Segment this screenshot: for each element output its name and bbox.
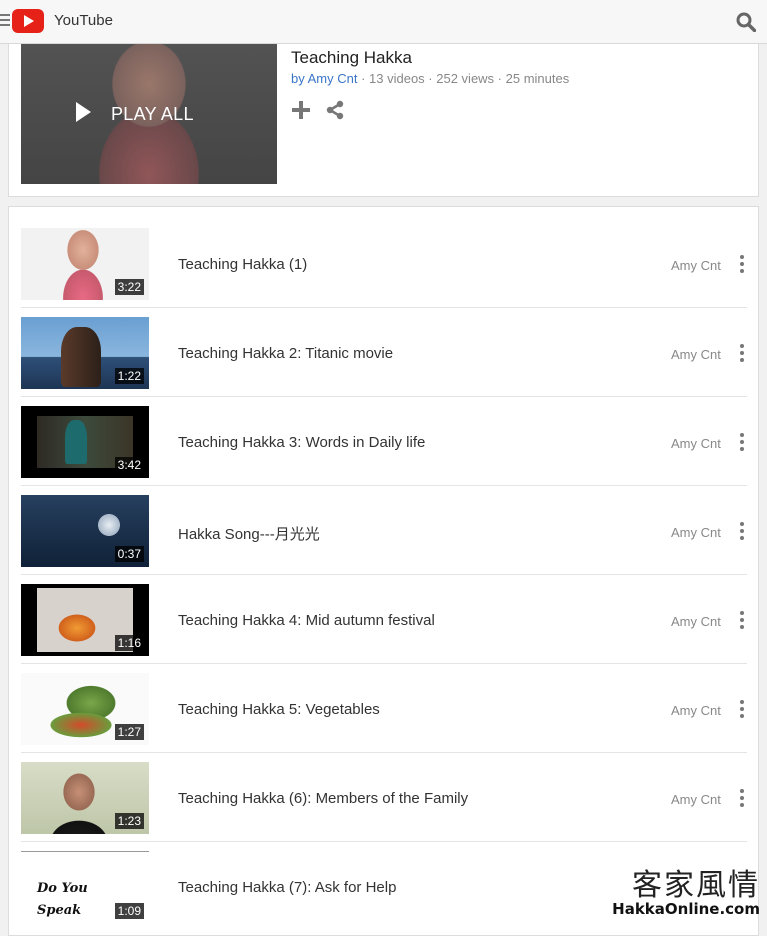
playlist-title: Teaching Hakka [291, 48, 412, 67]
video-title[interactable]: Teaching Hakka 4: Mid autumn festival [178, 612, 435, 629]
playlist-duration: 25 minutes [505, 71, 570, 86]
video-thumbnail[interactable]: 1:23 [21, 762, 149, 834]
hamburger-menu-icon[interactable] [0, 14, 10, 28]
share-icon[interactable] [325, 100, 345, 120]
video-title[interactable]: Teaching Hakka (1) [178, 256, 307, 273]
video-row[interactable]: 1:16 Teaching Hakka 4: Mid autumn festiv… [21, 575, 747, 664]
more-options-icon[interactable] [739, 433, 745, 453]
meta-separator: · [494, 71, 506, 86]
video-list: 3:22 Teaching Hakka (1) Amy Cnt 1:22 Tea… [8, 206, 759, 936]
video-duration: 1:16 [114, 635, 144, 651]
play-icon[interactable] [76, 102, 91, 122]
video-row[interactable]: 1:23 Teaching Hakka (6): Members of the … [21, 753, 747, 842]
video-duration: 1:22 [114, 368, 144, 384]
thumbnail-figure [61, 327, 101, 387]
more-options-icon[interactable] [739, 255, 745, 275]
video-row[interactable]: 3:22 Teaching Hakka (1) Amy Cnt [21, 219, 747, 308]
video-title[interactable]: Hakka Song---月光光 [178, 523, 320, 544]
video-owner: Amy Cnt [671, 258, 721, 273]
video-owner: Amy Cnt [671, 347, 721, 362]
video-title[interactable]: Teaching Hakka (6): Members of the Famil… [178, 790, 468, 807]
playlist-hero-thumbnail[interactable]: PLAY ALL [21, 44, 277, 184]
more-options-icon[interactable] [739, 611, 745, 631]
video-duration: 1:09 [114, 903, 144, 919]
playlist-meta: by Amy Cnt · 13 videos · 252 views · 25 … [291, 71, 569, 86]
video-thumbnail[interactable]: Do You Speak Hakka? 1:09 [21, 851, 149, 924]
video-owner: Amy Cnt [671, 703, 721, 718]
youtube-logo-icon[interactable] [12, 9, 44, 33]
video-thumbnail[interactable]: 0:37 [21, 495, 149, 567]
search-icon[interactable] [736, 12, 756, 32]
video-title[interactable]: Teaching Hakka 2: Titanic movie [178, 345, 393, 362]
play-all-button[interactable]: PLAY ALL [111, 104, 194, 125]
playlist-views: 252 views [436, 71, 495, 86]
video-thumbnail[interactable]: 1:22 [21, 317, 149, 389]
video-owner: Amy Cnt [671, 525, 721, 540]
video-duration: 0:37 [114, 546, 144, 562]
top-bar: YouTube [0, 0, 767, 44]
video-duration: 3:22 [114, 279, 144, 295]
video-duration: 1:27 [114, 724, 144, 740]
video-thumbnail[interactable]: 3:42 [21, 406, 149, 478]
video-thumbnail[interactable]: 1:27 [21, 673, 149, 745]
video-title[interactable]: Teaching Hakka (7): Ask for Help [178, 879, 396, 896]
video-title[interactable]: Teaching Hakka 5: Vegetables [178, 701, 380, 718]
meta-separator: · [357, 71, 370, 86]
video-owner: Amy Cnt [671, 436, 721, 451]
plus-icon[interactable] [291, 100, 311, 120]
site-watermark: 客家風情 HakkaOnline.com [612, 860, 764, 920]
playlist-header: PLAY ALL Teaching Hakka by Amy Cnt · 13 … [8, 44, 759, 197]
watermark-characters: 客家風情 [632, 868, 760, 903]
video-thumbnail[interactable]: 3:22 [21, 228, 149, 300]
more-options-icon[interactable] [739, 344, 745, 364]
playlist-video-count: 13 videos [369, 71, 425, 86]
video-duration: 1:23 [114, 813, 144, 829]
video-duration: 3:42 [114, 457, 144, 473]
more-options-icon[interactable] [739, 522, 745, 542]
more-options-icon[interactable] [739, 789, 745, 809]
video-owner: Amy Cnt [671, 792, 721, 807]
video-row[interactable]: 3:42 Teaching Hakka 3: Words in Daily li… [21, 397, 747, 486]
video-row[interactable]: 1:27 Teaching Hakka 5: Vegetables Amy Cn… [21, 664, 747, 753]
thumbnail-figure [65, 420, 87, 464]
video-title[interactable]: Teaching Hakka 3: Words in Daily life [178, 434, 425, 451]
brand-name: YouTube [54, 12, 113, 29]
playlist-owner-link[interactable]: by Amy Cnt [291, 71, 357, 86]
more-options-icon[interactable] [739, 700, 745, 720]
video-owner: Amy Cnt [671, 614, 721, 629]
video-thumbnail[interactable]: 1:16 [21, 584, 149, 656]
video-row[interactable]: 0:37 Hakka Song---月光光 Amy Cnt [21, 486, 747, 575]
video-row[interactable]: 1:22 Teaching Hakka 2: Titanic movie Amy… [21, 308, 747, 397]
meta-separator: · [424, 71, 437, 86]
watermark-site: HakkaOnline.com [612, 900, 760, 918]
